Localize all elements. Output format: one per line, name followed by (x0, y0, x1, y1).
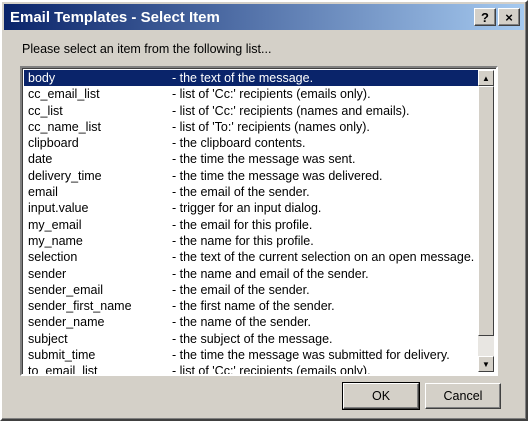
item-name: date (28, 152, 53, 167)
item-description: - the name of the sender. (172, 315, 311, 330)
item-description: - the email of the sender. (172, 185, 310, 200)
list-item[interactable]: sender_first_name - the first name of the… (24, 298, 478, 314)
item-name: cc_email_list (28, 87, 100, 102)
item-listbox[interactable]: body - the text of the message. cc_email_l… (20, 66, 498, 376)
title-bar[interactable]: Email Templates - Select Item ? × (4, 4, 524, 30)
list-item[interactable]: to_email_list - list of 'Cc:' recipients … (24, 363, 478, 376)
item-name: input.value (28, 201, 89, 216)
list-item[interactable]: clipboard - the clipboard contents. (24, 135, 478, 151)
item-description: - the time the message was submitted for… (172, 348, 450, 363)
cancel-button[interactable]: Cancel (425, 383, 501, 409)
help-button[interactable]: ? (474, 8, 496, 26)
item-description: - the text of the message. (172, 71, 314, 85)
item-name: email (28, 185, 58, 200)
list-item[interactable]: sender_name - the name of the sender. (24, 314, 478, 330)
scroll-thumb[interactable] (478, 86, 494, 336)
item-name: cc_name_list (28, 119, 101, 134)
item-name: sender (28, 266, 67, 281)
list-item[interactable]: input.value - trigger for an input dialog… (24, 200, 478, 216)
item-description: - the email of the sender. (172, 282, 310, 297)
list-item[interactable]: body - the text of the message. (24, 70, 478, 87)
list-item[interactable]: sender - the name and email of the sender… (24, 266, 478, 282)
instruction-text: Please select an item from the following… (22, 42, 272, 56)
down-arrow-icon: ▼ (482, 359, 490, 369)
item-name: my_email (28, 217, 82, 232)
list-item[interactable]: cc_email_list - list of 'Cc:' recipients … (24, 86, 478, 102)
list-item[interactable]: submit_time - the time the message was su… (24, 347, 478, 363)
dialog-title: Email Templates - Select Item (10, 8, 220, 26)
item-description: - the email for this profile. (172, 217, 313, 232)
item-description: - the name for this profile. (172, 233, 314, 248)
item-name: sender_name (28, 315, 105, 330)
list-item[interactable]: subject - the subject of the message. (24, 331, 478, 347)
item-name: selection (28, 250, 78, 265)
ok-button[interactable]: OK (342, 382, 420, 410)
item-description: - the time the message was sent. (172, 152, 356, 167)
list-rows: body - the text of the message. cc_email_l… (24, 70, 478, 376)
item-description: - the first name of the sender. (172, 299, 335, 314)
item-description: - list of 'To:' recipients (names only). (172, 119, 370, 134)
item-description: - the subject of the message. (172, 331, 333, 346)
list-item[interactable]: cc_name_list - list of 'To:' recipients (… (24, 119, 478, 135)
item-name: cc_list (28, 103, 63, 118)
list-item[interactable]: selection - the text of the current selec… (24, 249, 478, 265)
item-name: sender_first_name (28, 299, 132, 314)
list-item[interactable]: date - the time the message was sent. (24, 151, 478, 167)
item-name: clipboard (28, 136, 79, 151)
item-name: to_email_list (28, 364, 98, 376)
item-description: - list of 'Cc:' recipients (emails only)… (172, 87, 371, 102)
close-button[interactable]: × (498, 8, 520, 26)
item-name: body (28, 71, 56, 85)
list-item[interactable]: cc_list - list of 'Cc:' recipients (names… (24, 103, 478, 119)
item-description: - list of 'Cc:' recipients (names and em… (172, 103, 410, 118)
scroll-down-button[interactable]: ▼ (478, 356, 494, 372)
scroll-up-button[interactable]: ▲ (478, 70, 494, 86)
item-name: subject (28, 331, 68, 346)
item-name: submit_time (28, 348, 96, 363)
item-name: sender_email (28, 282, 104, 297)
up-arrow-icon: ▲ (482, 73, 490, 83)
list-item[interactable]: my_name - the name for this profile. (24, 233, 478, 249)
item-description: - trigger for an input dialog. (172, 201, 322, 216)
item-description: - list of 'Cc:' recipients (emails only)… (172, 364, 371, 376)
item-description: - the time the message was delivered. (172, 168, 383, 183)
item-description: - the text of the current selection on a… (172, 250, 475, 265)
list-item[interactable]: email - the email of the sender. (24, 184, 478, 200)
item-description: - the clipboard contents. (172, 136, 306, 151)
list-item[interactable]: delivery_time - the time the message was … (24, 168, 478, 184)
item-name: delivery_time (28, 168, 102, 183)
item-description: - the name and email of the sender. (172, 266, 369, 281)
item-name: my_name (28, 233, 83, 248)
vertical-scrollbar[interactable]: ▲ ▼ (478, 70, 494, 372)
list-item[interactable]: sender_email - the email of the sender. (24, 282, 478, 298)
list-item[interactable]: my_email - the email for this profile. (24, 217, 478, 233)
